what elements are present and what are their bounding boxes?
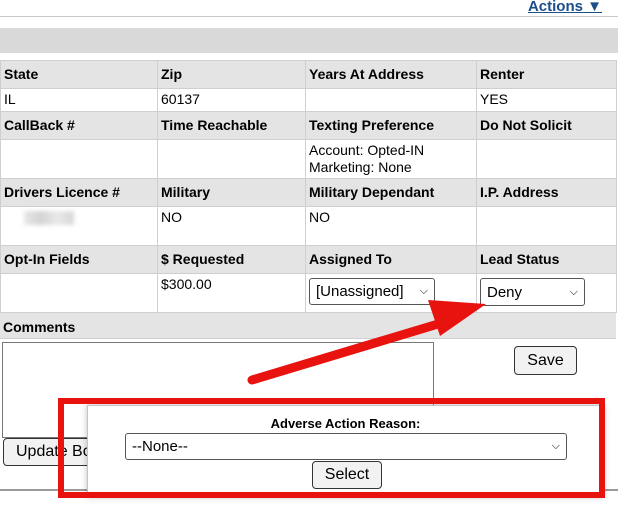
chevron-down-icon: ⌵ — [551, 440, 560, 452]
header-assigned-to: Assigned To — [305, 245, 477, 274]
table-header-row: Drivers Licence # Military Military Depe… — [0, 178, 617, 207]
header-drivers-licence: Drivers Licence # — [0, 178, 158, 207]
value-do-not-solicit — [476, 139, 617, 179]
comments-header-row — [0, 313, 616, 339]
adverse-action-dialog: Adverse Action Reason: --None-- ⌵ Select — [87, 405, 604, 497]
lead-status-select[interactable]: Deny ⌵ — [480, 278, 585, 306]
value-military-dependant: NO — [305, 206, 477, 246]
value-ip-address — [476, 206, 617, 246]
assigned-to-value: [Unassigned] — [316, 283, 404, 300]
lead-details-table: State Zip Years At Address Renter IL 601… — [0, 60, 617, 313]
header-texting-preference: Texting Preference — [305, 111, 477, 140]
header-renter: Renter — [476, 60, 617, 89]
value-military: NO — [157, 206, 306, 246]
assigned-to-select[interactable]: [Unassigned] ⌵ — [309, 278, 435, 305]
header-requested: $ Requested — [157, 245, 306, 274]
table-row: $300.00 [Unassigned] ⌵ Deny ⌵ — [0, 273, 617, 313]
save-button[interactable]: Save — [514, 346, 577, 375]
header-military-dependant: Military Dependant — [305, 178, 477, 207]
value-renter: YES — [476, 88, 617, 112]
section-band — [0, 28, 618, 53]
value-texting-preference: Account: Opted-IN Marketing: None — [305, 139, 477, 179]
select-button[interactable]: Select — [312, 461, 382, 489]
header-state: State — [0, 60, 158, 89]
value-time-reachable — [157, 139, 306, 179]
table-row: Account: Opted-IN Marketing: None — [0, 139, 617, 179]
header-opt-in-fields: Opt-In Fields — [0, 245, 158, 274]
adverse-action-reason-select[interactable]: --None-- ⌵ — [125, 433, 567, 460]
redacted-licence — [24, 211, 74, 225]
adverse-action-label: Adverse Action Reason: — [270, 416, 421, 431]
cell-lead-status: Deny ⌵ — [476, 273, 617, 313]
lead-status-value: Deny — [487, 283, 523, 301]
value-zip: 60137 — [157, 88, 306, 112]
adverse-action-reason-value: --None-- — [132, 438, 188, 455]
comments-label: Comments — [3, 319, 76, 335]
header-ip-address: I.P. Address — [476, 178, 617, 207]
table-row: IL 60137 YES — [0, 88, 617, 112]
value-years-at-address — [305, 88, 477, 112]
texting-marketing-line: Marketing: None — [309, 159, 412, 175]
texting-account-line: Account: Opted-IN — [309, 142, 425, 158]
value-state: IL — [0, 88, 158, 112]
value-callback — [0, 139, 158, 179]
table-header-row: State Zip Years At Address Renter — [0, 60, 617, 89]
cell-assigned-to: [Unassigned] ⌵ — [305, 273, 477, 313]
value-requested: $300.00 — [157, 273, 306, 313]
value-drivers-licence — [0, 206, 158, 246]
table-header-row: CallBack # Time Reachable Texting Prefer… — [0, 111, 617, 140]
header-time-reachable: Time Reachable — [157, 111, 306, 140]
header-military: Military — [157, 178, 306, 207]
table-header-row: Opt-In Fields $ Requested Assigned To Le… — [0, 245, 617, 274]
table-row: NO NO — [0, 206, 617, 246]
header-zip: Zip — [157, 60, 306, 89]
header-do-not-solicit: Do Not Solicit — [476, 111, 617, 140]
header-lead-status: Lead Status — [476, 245, 617, 274]
top-bar: Actions ▼ — [0, 0, 618, 17]
chevron-down-icon: ⌵ — [569, 285, 578, 298]
chevron-down-icon: ⌵ — [419, 285, 428, 297]
value-opt-in-fields — [0, 273, 158, 313]
header-years-at-address: Years At Address — [305, 60, 477, 89]
header-callback: CallBack # — [0, 111, 158, 140]
actions-menu-link[interactable]: Actions ▼ — [528, 0, 602, 15]
